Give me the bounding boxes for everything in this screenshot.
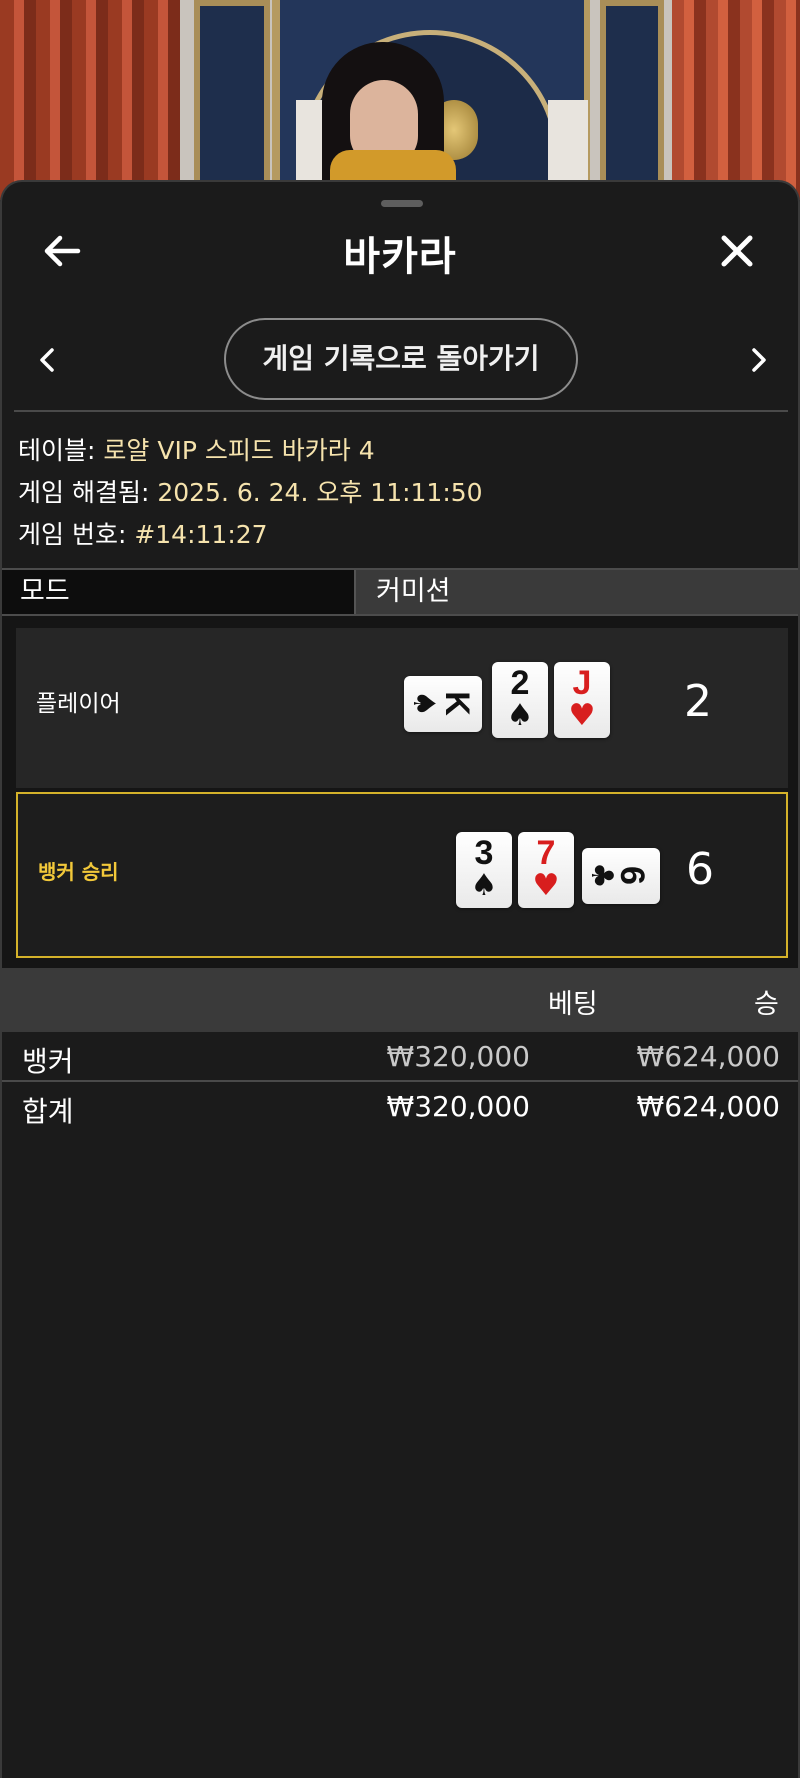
game-number-label: 게임 번호:	[18, 520, 127, 549]
column-win: 승	[754, 989, 779, 1020]
chevron-right-icon	[752, 348, 766, 372]
table-label: 테이블:	[18, 436, 96, 465]
win-amount: ₩624,000	[636, 1040, 780, 1073]
heart-icon: ♥	[532, 868, 560, 903]
round-results: 플레이어 K ♠ 2 ♠ J ♥ 2 뱅커 승리 3 ♠ 7 ♥ 6 ♣ 6	[2, 616, 798, 968]
bets-table: 뱅커 ₩320,000 ₩624,000 합계 ₩320,000 ₩624,00…	[2, 1032, 798, 1132]
player-label: 플레이어	[36, 691, 121, 717]
table-info-line: 테이블: 로얄 VIP 스피드 바카라 4	[18, 430, 483, 472]
banker-win-label: 뱅커 승리	[38, 860, 119, 884]
next-game-button[interactable]	[738, 336, 778, 384]
banker-result-row: 뱅커 승리 3 ♠ 7 ♥ 6 ♣ 6	[16, 792, 788, 958]
tab-mode[interactable]: 모드	[2, 570, 356, 614]
game-number-value: #14:11:27	[134, 520, 268, 549]
total-bet-amount: ₩320,000	[386, 1090, 530, 1123]
history-nav: 게임 기록으로 돌아가기	[2, 318, 798, 402]
spade-icon: ♠	[470, 868, 498, 903]
header: 바카라	[2, 212, 798, 292]
back-to-history-button[interactable]: 게임 기록으로 돌아가기	[224, 318, 578, 400]
close-button[interactable]	[712, 226, 762, 276]
banker-score: 6	[686, 844, 714, 895]
sheet-grab-handle[interactable]	[381, 200, 423, 207]
table-value: 로얄 VIP 스피드 바카라 4	[103, 436, 375, 465]
player-score: 2	[684, 676, 712, 727]
game-info: 테이블: 로얄 VIP 스피드 바카라 4 게임 해결됨: 2025. 6. 2…	[18, 430, 483, 556]
spade-icon: ♠	[506, 698, 534, 733]
player-card-1: K ♠	[404, 676, 482, 732]
card-rank: K	[437, 691, 476, 716]
player-result-row: 플레이어 K ♠ 2 ♠ J ♥ 2	[16, 628, 788, 788]
divider	[14, 410, 788, 412]
banker-card-2: 7 ♥	[518, 832, 574, 908]
resolved-info-line: 게임 해결됨: 2025. 6. 24. 오후 11:11:50	[18, 472, 483, 514]
mode-tab-bar: 모드 커미션	[2, 568, 798, 616]
live-video-background	[0, 0, 800, 200]
player-card-3: J ♥	[554, 662, 610, 738]
page-title: 바카라	[343, 234, 457, 280]
curtain-left	[0, 0, 180, 200]
total-row: 합계 ₩320,000 ₩624,000	[2, 1082, 798, 1132]
chevron-left-icon	[40, 348, 54, 372]
club-icon: ♣	[583, 862, 619, 889]
table-row: 뱅커 ₩320,000 ₩624,000	[2, 1032, 798, 1082]
total-win-amount: ₩624,000	[636, 1090, 780, 1123]
curtain-right	[672, 0, 800, 200]
back-button[interactable]	[38, 226, 88, 276]
game-details-sheet: 바카라 게임 기록으로 돌아가기 테이블: 로얄 VIP 스피드 바카라 4 게…	[0, 180, 800, 1778]
column-bet: 베팅	[548, 989, 598, 1020]
spade-icon: ♠	[405, 690, 441, 717]
resolved-value: 2025. 6. 24. 오후 11:11:50	[157, 478, 483, 507]
close-icon	[721, 235, 753, 267]
resolved-label: 게임 해결됨:	[18, 478, 150, 507]
bet-amount: ₩320,000	[386, 1040, 530, 1073]
arrow-left-icon	[44, 235, 81, 267]
bets-table-header: 베팅 승	[2, 968, 798, 1032]
bet-name: 뱅커	[22, 1045, 74, 1078]
heart-icon: ♥	[568, 698, 596, 733]
game-number-line: 게임 번호: #14:11:27	[18, 514, 483, 556]
banker-card-1: 3 ♠	[456, 832, 512, 908]
total-label: 합계	[22, 1095, 74, 1128]
player-card-2: 2 ♠	[492, 662, 548, 738]
tab-commission[interactable]: 커미션	[358, 570, 798, 614]
previous-game-button[interactable]	[28, 336, 68, 384]
banker-card-3: 6 ♣	[582, 848, 660, 904]
